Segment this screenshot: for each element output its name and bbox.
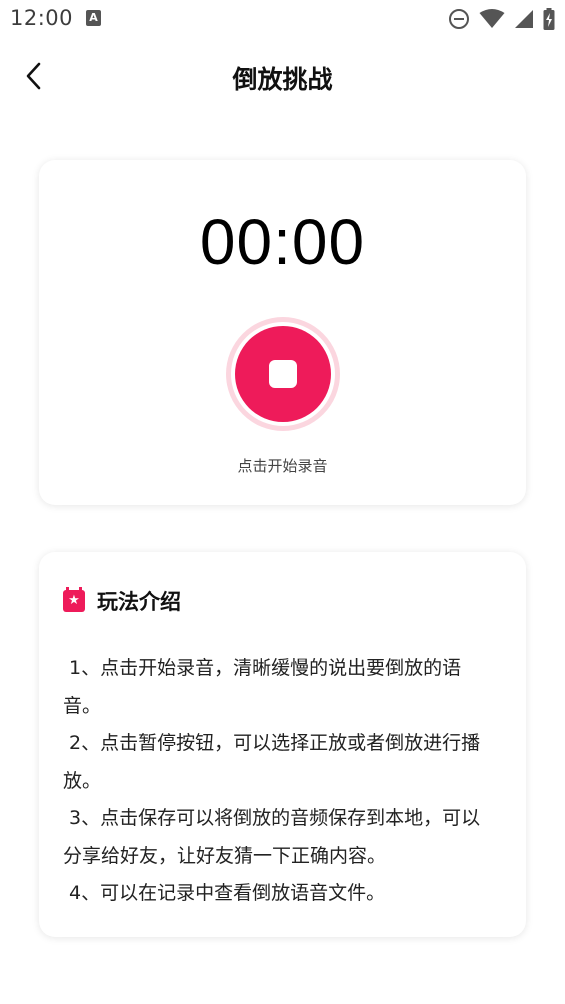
record-button-core: [235, 326, 331, 422]
intro-line-2: 2、点击暂停按钮，可以选择正放或者倒放进行播放。: [63, 732, 481, 792]
status-icons: [448, 6, 555, 32]
page-title: 倒放挑战: [232, 65, 333, 94]
signal-icon: [515, 10, 533, 28]
header: 倒放挑战: [0, 48, 565, 104]
a-notification-icon: A: [86, 10, 101, 26]
record-button-ring: [231, 322, 335, 426]
record-button[interactable]: [226, 317, 340, 431]
battery-charging-icon: [543, 8, 555, 30]
status-time: 12:00: [10, 6, 74, 30]
status-bar: 12:00 A: [0, 0, 565, 38]
do-not-disturb-icon: [449, 9, 469, 29]
intro-title: 玩法介绍: [97, 590, 181, 614]
intro-line-4: 4、可以在记录中查看倒放语音文件。: [63, 882, 386, 904]
intro-body: 1、点击开始录音，清晰缓慢的说出要倒放的语音。 2、点击暂停按钮，可以选择正放或…: [63, 650, 495, 913]
wifi-icon: [479, 9, 505, 28]
stop-icon: [269, 360, 297, 388]
intro-header: ★ 玩法介绍: [63, 586, 181, 616]
intro-line-1: 1、点击开始录音，清晰缓慢的说出要倒放的语音。: [63, 657, 462, 717]
record-hint: 点击开始录音: [237, 457, 328, 475]
calendar-star-icon: ★: [63, 587, 85, 612]
recording-timer: 00:00: [199, 206, 366, 278]
intro-line-3: 3、点击保存可以将倒放的音频保存到本地，可以分享给好友，让好友猜一下正确内容。: [63, 807, 481, 867]
